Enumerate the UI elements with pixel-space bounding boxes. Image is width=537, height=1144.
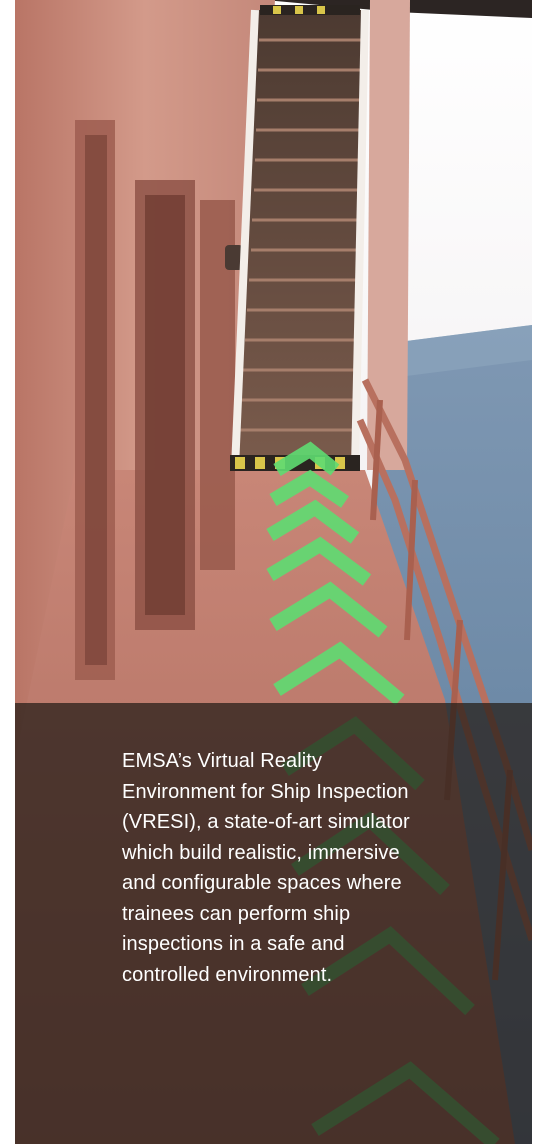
photo-caption: EMSA’s Virtual Reality Environment for S…: [122, 750, 410, 986]
